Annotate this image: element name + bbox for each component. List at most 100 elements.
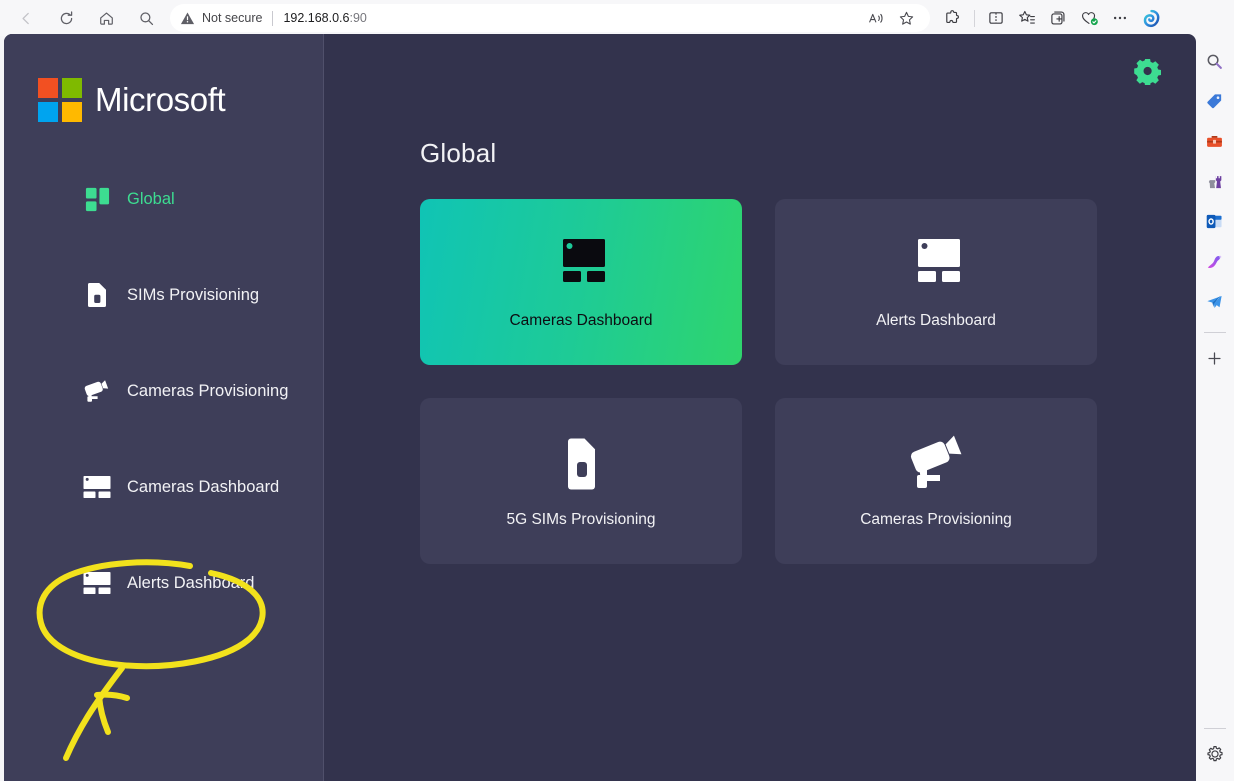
address-bar[interactable]: Not secure 192.168.0.6:90 — [170, 4, 930, 32]
settings-button[interactable] — [1130, 54, 1164, 88]
security-camera-icon — [82, 376, 112, 406]
browser-toolbar-icons — [938, 3, 1172, 33]
sim-card-icon — [558, 433, 604, 495]
dashboard-layout-icon — [549, 234, 613, 296]
sidebar-item-cameras-dashboard[interactable]: Cameras Dashboard — [4, 458, 323, 516]
ellipsis-glyph — [1113, 16, 1127, 20]
settings-and-more-icon[interactable] — [1105, 3, 1135, 33]
card-5g-sims-provisioning[interactable]: 5G SIMs Provisioning — [420, 398, 742, 564]
collections-icon[interactable] — [1043, 3, 1073, 33]
security-camera-glyph — [84, 380, 109, 402]
star-outline-icon[interactable] — [892, 6, 920, 30]
dashboard-layout-glyph — [549, 237, 613, 293]
search-button[interactable] — [128, 3, 164, 33]
star-outline-glyph — [899, 11, 913, 25]
gear-glyph — [1206, 746, 1223, 762]
browser-essentials-glyph — [1081, 12, 1098, 26]
edge-sidebar-bottom-divider — [1203, 728, 1226, 729]
home-icon — [99, 11, 113, 25]
sim-card-glyph — [568, 438, 595, 490]
card-cameras-provisioning[interactable]: Cameras Provisioning — [775, 398, 1097, 564]
annotation-arrow-head-left — [96, 693, 111, 735]
url-host: 192.168.0.6 — [283, 11, 350, 25]
dashboard-layout-icon — [904, 234, 968, 296]
toolbar-divider — [974, 9, 975, 27]
security-camera-glyph — [910, 435, 962, 488]
dashboard-card-grid: Cameras Dashboard Alerts Dashboard 5G SI… — [324, 169, 1196, 564]
url-text: 192.168.0.6:90 — [283, 11, 366, 25]
security-camera-icon — [901, 433, 971, 495]
address-divider — [272, 10, 274, 26]
sidebar-item-global[interactable]: Global — [4, 170, 323, 228]
browser-toolbar: Not secure 192.168.0.6:90 — [0, 0, 1234, 36]
dashboard-layout-glyph — [83, 572, 111, 594]
shopping-tag-icon[interactable] — [1200, 86, 1230, 116]
games-icon[interactable] — [1200, 166, 1230, 196]
plus-glyph — [1208, 351, 1221, 365]
read-aloud-icon[interactable] — [862, 6, 890, 30]
split-screen-icon[interactable] — [981, 3, 1011, 33]
extensions-icon[interactable] — [938, 3, 968, 33]
card-alerts-dashboard[interactable]: Alerts Dashboard — [775, 199, 1097, 365]
shopping-tag-glyph — [1207, 93, 1222, 108]
grid-dashboard-glyph — [85, 187, 109, 211]
outlook-icon[interactable] — [1200, 206, 1230, 236]
chess-pieces-glyph — [1208, 175, 1222, 188]
app-sidebar: Microsoft Global SIMs Provisioning Camer… — [4, 34, 324, 781]
warning-triangle-glyph — [180, 12, 195, 24]
microsoft-logo: Microsoft — [4, 34, 323, 122]
sidebar-item-label: SIMs Provisioning — [127, 285, 260, 304]
card-label: Cameras Provisioning — [860, 511, 1012, 528]
copilot-icon[interactable] — [1136, 3, 1166, 33]
search-icon — [139, 11, 153, 25]
outlook-glyph — [1206, 214, 1222, 228]
home-button[interactable] — [88, 3, 124, 33]
extensions-puzzle-glyph — [946, 10, 959, 23]
dashboard-layout-glyph — [918, 239, 960, 282]
image-creator-icon[interactable] — [1200, 246, 1230, 276]
web-app-window: Microsoft Global SIMs Provisioning Camer… — [4, 34, 1196, 781]
dashboard-layout-icon — [82, 472, 112, 502]
copilot-glyph — [1143, 9, 1159, 27]
read-aloud-glyph — [868, 13, 883, 23]
dashboard-layout-glyph — [83, 476, 111, 498]
image-creator-glyph — [1207, 254, 1222, 268]
refresh-icon — [60, 10, 72, 24]
browser-essentials-icon[interactable] — [1074, 3, 1104, 33]
sidebar-item-label: Global — [127, 189, 175, 208]
grid-dashboard-icon — [82, 184, 112, 214]
sidebar-item-label: Cameras Dashboard — [127, 477, 280, 496]
search-magnifier-glyph — [1207, 54, 1222, 69]
sidebar-nav: Global SIMs Provisioning Cameras Provisi… — [4, 170, 323, 612]
warning-triangle-icon — [180, 11, 195, 26]
sidebar-settings-icon[interactable] — [1200, 739, 1230, 769]
edge-sidebar — [1195, 36, 1234, 781]
tools-toolbox-icon[interactable] — [1200, 126, 1230, 156]
favorites-star-list-glyph — [1019, 10, 1035, 24]
refresh-button[interactable] — [48, 3, 84, 33]
favorites-icon[interactable] — [1012, 3, 1042, 33]
url-port: :90 — [349, 11, 367, 25]
search-icon[interactable] — [1200, 46, 1230, 76]
sim-card-glyph — [88, 283, 106, 307]
split-screen-glyph — [989, 12, 1003, 24]
sidebar-item-label: Alerts Dashboard — [127, 573, 255, 592]
sidebar-item-label: Cameras Provisioning — [127, 381, 289, 400]
microsoft-wordmark: Microsoft — [95, 81, 226, 118]
edge-sidebar-bottom — [1200, 722, 1230, 781]
sidebar-item-sims-provisioning[interactable]: SIMs Provisioning — [4, 266, 323, 324]
dashboard-layout-icon — [82, 568, 112, 598]
drop-icon[interactable] — [1200, 286, 1230, 316]
annotation-arrow-head-right — [94, 691, 130, 701]
annotation-arrow-shaft — [63, 665, 125, 761]
card-label: 5G SIMs Provisioning — [506, 511, 656, 528]
sim-card-icon — [82, 280, 112, 310]
add-sidebar-app-icon[interactable] — [1200, 343, 1230, 373]
sidebar-item-cameras-provisioning[interactable]: Cameras Provisioning — [4, 362, 323, 420]
card-label: Cameras Dashboard — [509, 312, 653, 329]
sidebar-item-alerts-dashboard[interactable]: Alerts Dashboard — [4, 554, 323, 612]
gear-icon — [1134, 59, 1161, 85]
card-cameras-dashboard[interactable]: Cameras Dashboard — [420, 199, 742, 365]
app-main-content: Global Cameras Dashboard Alerts Dashboar… — [324, 34, 1196, 781]
back-button[interactable] — [8, 3, 44, 33]
